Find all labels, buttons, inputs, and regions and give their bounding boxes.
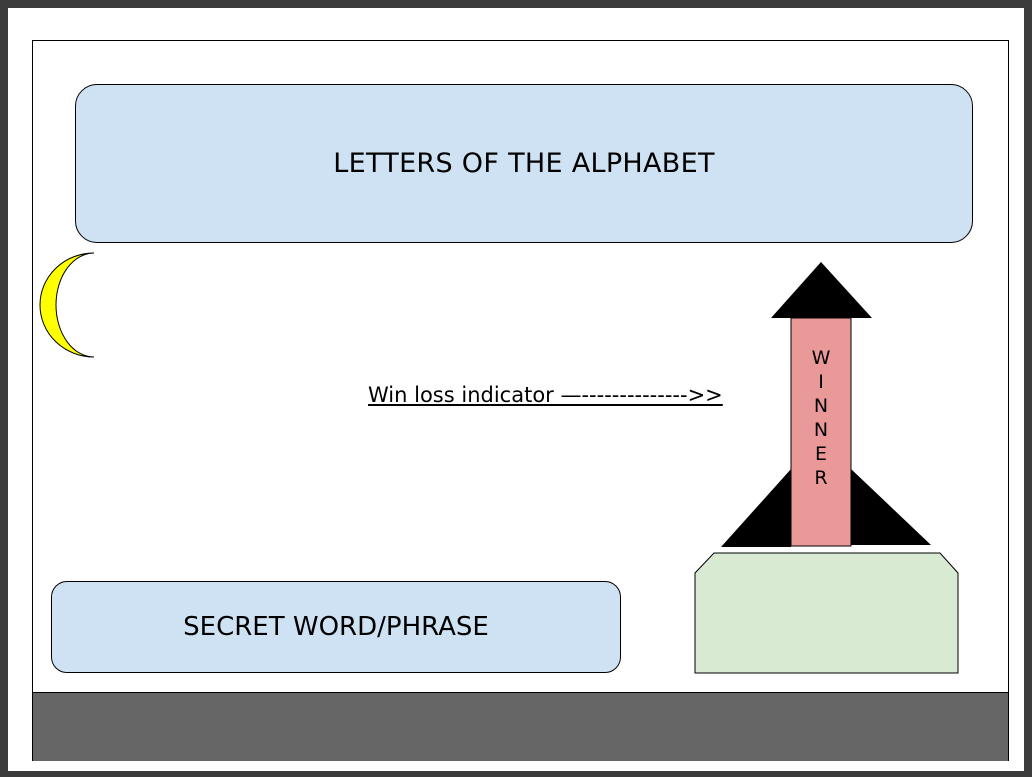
rocket-status-letter: I: [818, 371, 824, 393]
rocket-status-letter: E: [814, 443, 827, 465]
rocket-nose-cone: [771, 262, 872, 318]
rocket-status-label: W I N N E R: [791, 346, 851, 490]
illustration-layer: [39, 252, 959, 674]
rocket-status-letter: R: [814, 467, 828, 489]
rocket-status-letter: W: [811, 347, 831, 369]
ground: [33, 692, 1008, 761]
rocket-status-letter: N: [813, 395, 829, 417]
launch-pad: [694, 552, 959, 674]
rocket-left-fin: [721, 469, 791, 547]
rocket-right-fin: [851, 469, 931, 545]
rocket-status-letter: N: [813, 419, 829, 441]
crescent-moon-icon: [39, 252, 95, 358]
